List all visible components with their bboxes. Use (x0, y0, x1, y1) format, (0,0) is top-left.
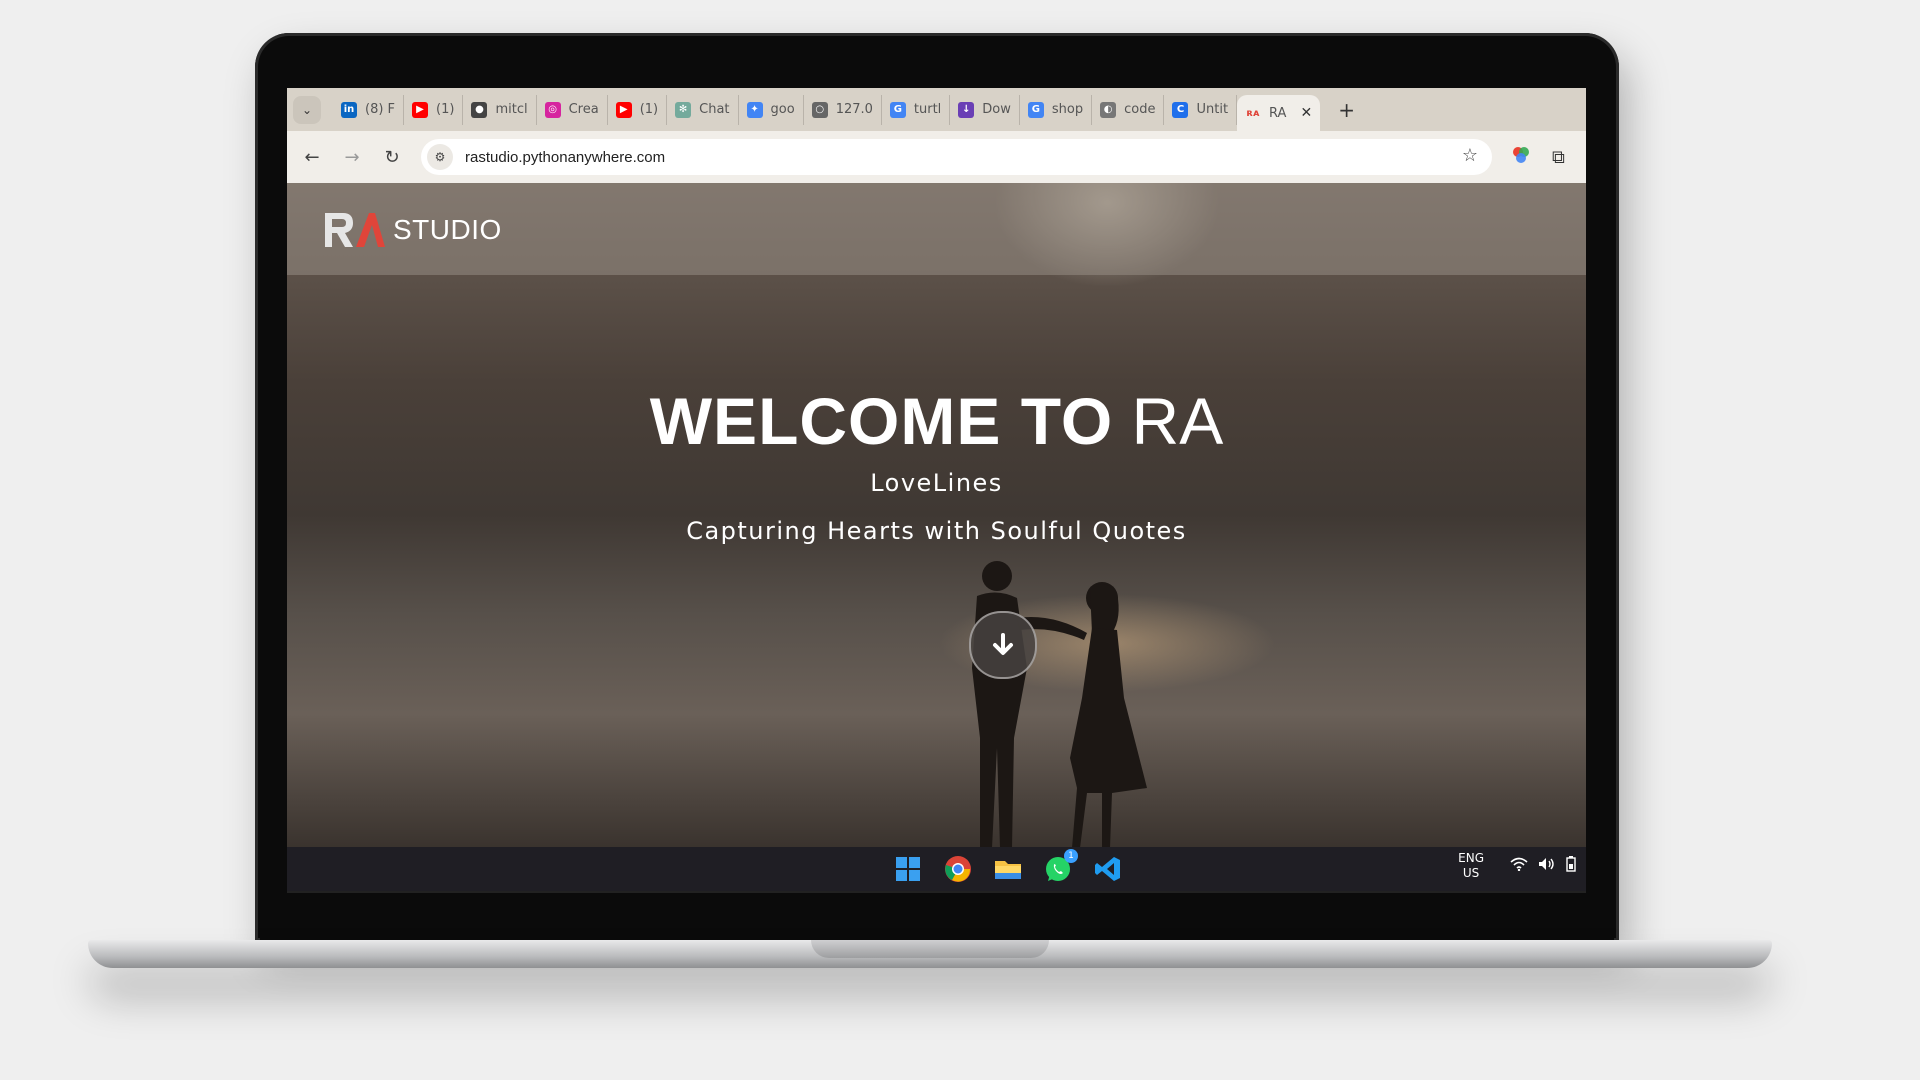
arrow-left-icon: ← (304, 146, 320, 168)
lang-line2: US (1462, 866, 1480, 880)
download-icon: ↓ (958, 101, 975, 118)
hero-title-brand: RA (1131, 384, 1224, 458)
tab-label: mitcl (495, 102, 528, 117)
canva-icon: C (1172, 101, 1189, 118)
tab-strip: in (8) F ▶ (1) ● mitcl ◎ Crea ▶ (1) ✻ Chat ✦ goo ○ 127.… (333, 88, 1355, 131)
tab-0[interactable]: in (8) F (333, 94, 405, 125)
reload-icon: ↻ (384, 146, 400, 168)
system-tray: ENG US (1458, 851, 1586, 881)
address-bar[interactable]: ⚙ rastudio.pythonanywhere.com ☆ (421, 139, 1492, 175)
language-indicator[interactable]: ENG US (1458, 851, 1484, 881)
tab-2[interactable]: ● mitcl (463, 94, 537, 125)
tab-label: turtl (913, 102, 942, 117)
tab-label: shop (1051, 102, 1084, 117)
tab-8[interactable]: Gturtl (882, 94, 951, 125)
reload-button[interactable]: ↻ (377, 147, 407, 168)
tab-4[interactable]: ▶ (1) (608, 94, 668, 125)
windows-logo-icon (896, 857, 920, 881)
tab-label: Dow (982, 102, 1011, 117)
lang-line1: ENG (1458, 851, 1484, 865)
windows-start-button[interactable] (892, 853, 924, 885)
gemini-icon: ✦ (746, 101, 763, 118)
tab-label: (8) F (365, 102, 396, 117)
tab-5[interactable]: ✻ Chat (667, 94, 739, 125)
site-settings-icon[interactable]: ⚙ (427, 144, 453, 170)
arrow-right-icon: → (344, 146, 360, 168)
hero-tagline: Capturing Hearts with Soulful Quotes (686, 517, 1187, 545)
vscode-icon (1095, 857, 1120, 881)
screen: ⌄ in (8) F ▶ (1) ● mitcl ◎ Crea ▶ (1) ✻ Chat ✦ goo ○ 12… (287, 88, 1586, 893)
url-text: rastudio.pythonanywhere.com (465, 148, 666, 166)
globe-icon: ○ (811, 101, 828, 118)
google-icon: G (889, 101, 906, 118)
chrome-icon (945, 856, 971, 882)
google-icon: G (1027, 101, 1044, 118)
tab-1[interactable]: ▶ (1) (404, 94, 464, 125)
ra-logo-icon (325, 213, 385, 247)
forward-button[interactable]: → (337, 147, 367, 168)
youtube-icon: ▶ (412, 101, 429, 118)
tab-active[interactable]: ʀᴀ RA ✕ (1237, 95, 1321, 131)
tab-10[interactable]: Gshop (1020, 94, 1093, 125)
tab-6[interactable]: ✦ goo (739, 94, 804, 125)
bookmark-star-icon[interactable]: ☆ (1462, 145, 1478, 166)
tab-label: (1) (436, 102, 455, 117)
color-extension-icon[interactable] (1512, 146, 1530, 168)
arrow-down-icon (993, 633, 1013, 655)
tab-label: Chat (699, 102, 730, 117)
site-header: STUDIO (287, 183, 1586, 275)
tab-label: Crea (568, 102, 599, 117)
tab-12[interactable]: C Untit (1164, 94, 1238, 125)
tab-label: 127.0 (835, 102, 873, 117)
website-hero: STUDIO WELCOME TO RA LoveLines Capturing… (287, 183, 1586, 848)
close-tab-icon[interactable]: ✕ (1300, 105, 1312, 121)
chatgpt-icon: ✻ (675, 101, 692, 118)
tab-3[interactable]: ◎ Crea (537, 94, 608, 125)
tab-label: RA (1269, 105, 1287, 121)
site-logo[interactable]: STUDIO (323, 211, 502, 249)
tab-label: goo (770, 102, 795, 117)
tab-label: Untit (1196, 102, 1229, 117)
taskbar-chrome[interactable] (942, 853, 974, 885)
logo-text: STUDIO (393, 214, 502, 245)
tab-11[interactable]: ◐ code (1092, 94, 1165, 125)
whatsapp-badge: 1 (1064, 849, 1078, 863)
tab-search-button[interactable]: ⌄ (293, 95, 321, 124)
couple-silhouette (972, 561, 1147, 848)
taskbar-whatsapp[interactable]: 1 (1042, 849, 1078, 885)
hero-title: WELCOME TO RA (287, 383, 1586, 459)
new-tab-button[interactable]: + (1338, 98, 1355, 122)
tab-label: code (1124, 102, 1156, 117)
linkedin-icon: in (341, 101, 357, 118)
github-icon: ● (471, 101, 488, 118)
browser-toolbar: ← → ↻ ⚙ rastudio.pythonanywhere.com ☆ ⧉ (287, 131, 1586, 183)
ra-logo-icon: ʀᴀ (1246, 107, 1260, 119)
taskbar-vscode[interactable] (1092, 853, 1124, 885)
tab-7[interactable]: ○ 127.0 (804, 94, 882, 125)
folder-icon (995, 861, 1021, 879)
youtube-icon: ▶ (615, 101, 632, 118)
hero-subtitle: LoveLines (870, 469, 1003, 497)
tab-label: (1) (639, 102, 659, 117)
tab-9[interactable]: ↓ Dow (950, 94, 1020, 125)
hero-title-bold: WELCOME TO (649, 384, 1114, 458)
back-button[interactable]: ← (297, 147, 327, 168)
taskbar-file-explorer[interactable] (992, 853, 1024, 885)
wifi-icon[interactable] (1510, 857, 1528, 875)
chevron-down-icon: ⌄ (301, 102, 313, 117)
scroll-down-button[interactable] (969, 611, 1037, 679)
code-icon: ◐ (1100, 101, 1117, 118)
laptop-notch (811, 940, 1049, 958)
instagram-icon: ◎ (544, 101, 561, 118)
extensions-puzzle-icon[interactable]: ⧉ (1552, 147, 1565, 168)
windows-taskbar: 1 ENG US (287, 847, 1586, 891)
volume-icon[interactable] (1538, 857, 1556, 875)
laptop-bezel (260, 895, 1614, 940)
browser-tab-bar: ⌄ in (8) F ▶ (1) ● mitcl ◎ Crea ▶ (1) ✻ Chat ✦ goo ○ 12… (287, 88, 1586, 131)
battery-icon[interactable] (1566, 856, 1576, 876)
